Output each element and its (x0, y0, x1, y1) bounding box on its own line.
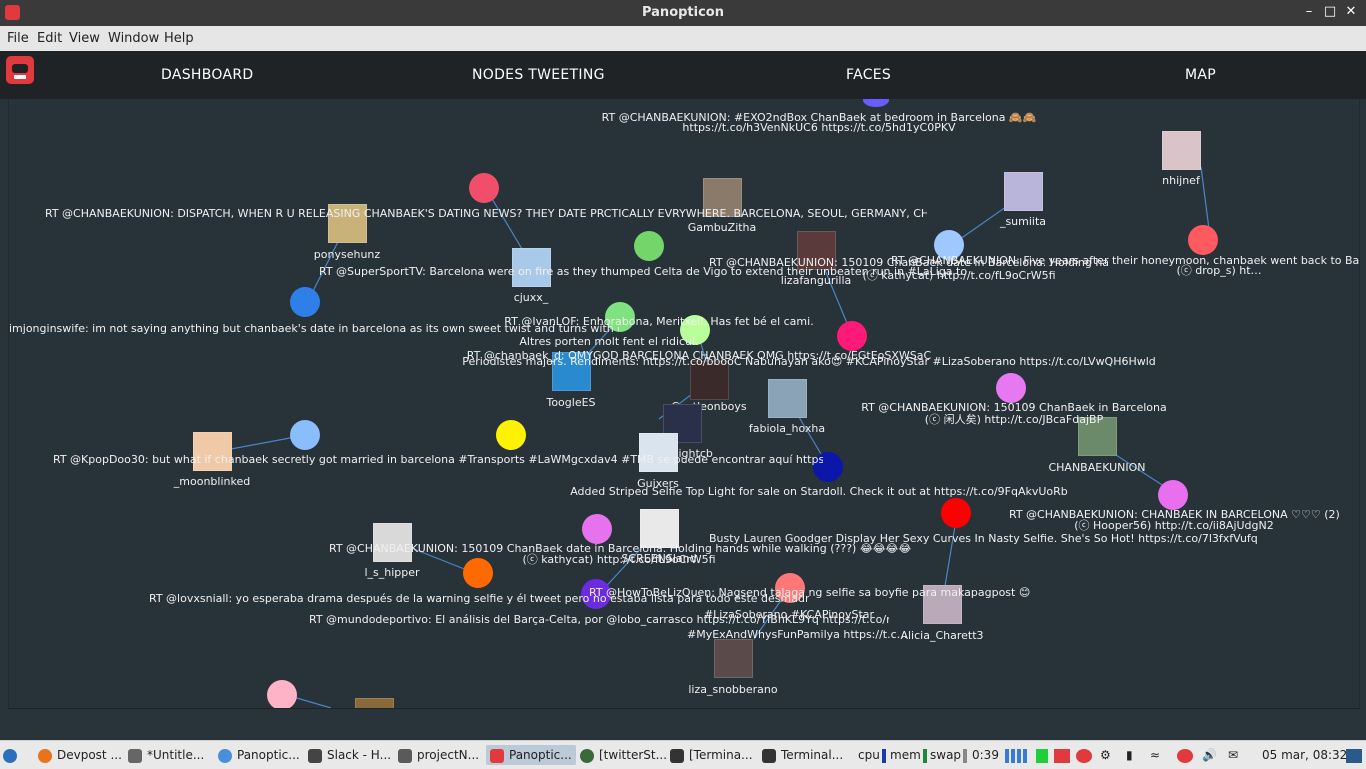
user-name-label: fabiola_hoxha (748, 422, 826, 435)
tweet-text: RT @CHANBAEKUNION: DISPATCH, WHEN R U RE… (45, 207, 927, 220)
swap-monitor[interactable]: swap (930, 745, 968, 765)
start-menu-icon[interactable] (3, 745, 22, 765)
user-name-label: nhijnef (1162, 174, 1200, 187)
tweet-text: https://t.co/h3VenNkUC6 https://t.co/5hd… (682, 121, 956, 134)
user-name-label: l_s_hipper (364, 566, 420, 579)
user-name-label: liza_snobberano (688, 683, 778, 696)
nav-faces[interactable]: FACES (846, 67, 891, 83)
panopticon-logo[interactable] (6, 56, 34, 84)
tweet-text: (ⓒ drop_s) ht… (1176, 264, 1262, 277)
graph-node[interactable] (1188, 225, 1218, 255)
window-title: Panopticon (641, 5, 724, 20)
folder-icon (398, 748, 412, 763)
wifi-icon[interactable]: ≈ (1150, 745, 1160, 765)
user-avatar[interactable] (768, 379, 807, 418)
tweet-text: #MyExAndWhysFunPamilya https://t.c… (687, 628, 908, 641)
user-name-label: CHANBAEKUNION (1048, 461, 1146, 474)
mail-m-icon[interactable] (1074, 745, 1092, 765)
app-icon (580, 748, 594, 763)
graph-node[interactable] (469, 173, 499, 203)
taskbar-item[interactable]: *Untitle... (128, 745, 204, 765)
window-titlebar: Panopticon – □ ✕ (0, 0, 1366, 26)
taskbar-item[interactable]: Slack - H... (308, 745, 391, 765)
minimize-icon[interactable]: – (1301, 4, 1317, 20)
user-avatar[interactable] (355, 698, 394, 708)
taskbar-item[interactable]: [twitterSt... (580, 745, 667, 765)
tweet-text: RT @CHANBAEKUNION: 150109 ChanBaek date … (709, 256, 1109, 269)
menu-bar: File Edit View Window Help (0, 26, 1366, 52)
tweet-text: (ⓒ kathycat) http://t.co/fL9oCrW5fi (522, 553, 716, 566)
terminal-icon (762, 748, 776, 763)
show-desktop-icon[interactable] (1344, 745, 1362, 765)
graph-node[interactable] (634, 231, 664, 261)
tweet-text: RT @IvanLOF: Enhorabona, Meritxell. Has … (504, 315, 814, 328)
nav-dashboard[interactable]: DASHBOARD (161, 67, 253, 83)
tweet-text: RT @mundodeportivo: El análisis del Barç… (309, 613, 889, 626)
volume-icon[interactable]: 🔊 (1202, 745, 1217, 765)
user-name-label: _sumiita (999, 215, 1047, 228)
tweet-text: Periodistes majors. Rendiments: https://… (462, 355, 1156, 368)
panopticon-tray-icon[interactable] (1052, 745, 1070, 765)
taskbar-item-active[interactable]: Panoptic... (486, 745, 576, 765)
tweet-text: (ⓒ 闲人矣) http://t.co/JBcaFdajBP (924, 413, 1104, 426)
graph-node[interactable] (1158, 480, 1188, 510)
network-graph-canvas[interactable]: nhijnef _sumiita GambuZitha ponysehunz c… (8, 99, 1360, 709)
battery-icon[interactable]: ▮ (1126, 745, 1133, 765)
chrome-icon (218, 748, 232, 763)
user-name-label: GambuZitha (687, 221, 757, 234)
taskbar-item[interactable]: projectN... (398, 745, 479, 765)
menu-file[interactable]: File (7, 31, 29, 46)
text-editor-icon (128, 748, 142, 763)
graph-node[interactable] (941, 498, 971, 528)
system-taskbar: Devpost ... *Untitle... Panoptic... Slac… (0, 740, 1366, 769)
mem-monitor[interactable]: mem (890, 745, 927, 765)
menu-view[interactable]: View (69, 31, 100, 46)
user-name-label: _moonblinked (173, 475, 251, 488)
menu-window[interactable]: Window (108, 31, 159, 46)
user-avatar[interactable] (714, 639, 753, 678)
tweet-text: Altres porten molt fent el ridicul. (519, 335, 699, 348)
graph-node[interactable] (290, 420, 320, 450)
firefox-icon (38, 748, 52, 763)
user-avatar[interactable] (1004, 172, 1043, 211)
taskbar-item[interactable]: Devpost ... (38, 745, 122, 765)
graph-node[interactable] (996, 373, 1026, 403)
close-icon[interactable]: ✕ (1343, 4, 1359, 20)
menu-edit[interactable]: Edit (37, 31, 62, 46)
panopticon-icon (490, 748, 504, 763)
taskbar-item[interactable]: Terminal... (762, 745, 843, 765)
battery-indicator-icon[interactable] (1034, 745, 1048, 765)
nav-nodes-tweeting[interactable]: NODES TWEETING (472, 67, 605, 83)
menu-help[interactable]: Help (164, 31, 194, 46)
no-entry-icon[interactable] (1175, 745, 1193, 765)
clock[interactable]: 05 mar, 08:32 (1262, 745, 1347, 765)
terminal-icon (670, 748, 684, 763)
tweet-text: RT @lovxsniall: yo esperaba drama despué… (149, 592, 809, 605)
tweet-text: RT @KpopDoo30: but what if chanbaek secr… (53, 453, 823, 466)
workspace-switcher-icon[interactable] (1003, 745, 1027, 765)
tweet-text: (ⓒ kathycat) http://t.co/fL9oCrW5fi (862, 269, 1056, 282)
graph-node[interactable] (267, 680, 297, 708)
taskbar-item[interactable]: Panoptic... (218, 745, 300, 765)
taskbar-item[interactable]: [Termina... (670, 745, 753, 765)
tweet-text: (ⓒ Hooper56) http://t.co/ii8AjUdgN2 (1074, 519, 1274, 532)
user-name-label: cjuxx_ (513, 291, 549, 304)
mail-icon[interactable]: ✉ (1228, 745, 1238, 765)
window-icon (308, 748, 322, 763)
graph-node[interactable] (582, 514, 612, 544)
gear-icon[interactable]: ⚙ (1100, 745, 1111, 765)
graph-node[interactable] (496, 420, 526, 450)
network-graph-area: nhijnef _sumiita GambuZitha ponysehunz c… (0, 99, 1366, 740)
tweet-text: Added Striped Selfie Top Light for sale … (570, 485, 1068, 498)
user-avatar[interactable] (1162, 131, 1201, 170)
cpu-monitor[interactable]: cpu (858, 745, 886, 765)
timer-counter: 0:39 (972, 748, 999, 762)
app-navbar: DASHBOARD NODES TWEETING FACES MAP (0, 51, 1366, 99)
nav-map[interactable]: MAP (1185, 67, 1216, 83)
user-name-label: ponysehunz (313, 248, 381, 261)
user-name-label: ToogleES (546, 396, 596, 409)
graph-node[interactable] (290, 287, 320, 317)
maximize-icon[interactable]: □ (1322, 4, 1338, 20)
